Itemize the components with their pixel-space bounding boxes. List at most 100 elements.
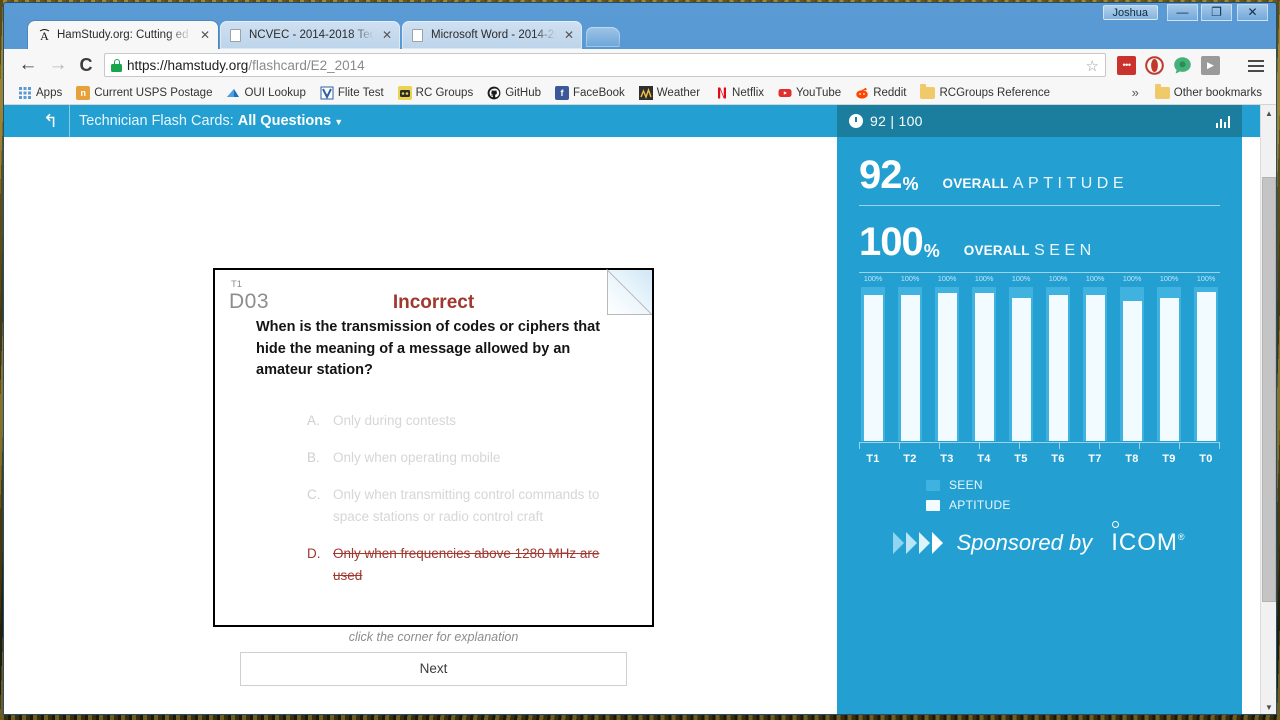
tab-hamstudy[interactable]: A HamStudy.org: Cutting ed ✕	[28, 21, 218, 49]
window-maximize-button[interactable]: ❐	[1201, 4, 1232, 21]
window-user-label[interactable]: Joshua	[1102, 5, 1158, 20]
bookmark-other-bookmarks[interactable]: Other bookmarks	[1149, 83, 1268, 101]
new-tab-button[interactable]	[585, 27, 621, 47]
page-scrollbar[interactable]: ▲ ▼	[1260, 105, 1276, 714]
bookmark-facebook[interactable]: f FaceBook	[549, 84, 631, 102]
chart-bar-aptitude	[1085, 294, 1105, 441]
stats-body: 92 % OVERALL APTITUDE 100 % OVERALL SEEN…	[837, 137, 1242, 714]
scrollbar-up-arrow[interactable]: ▲	[1261, 105, 1276, 122]
chart-value-label: 100%	[900, 274, 920, 283]
chart-bar-t1: 100%	[859, 274, 887, 441]
corner-hint-text: click the corner for explanation	[348, 630, 519, 644]
bookmark-flite-test[interactable]: Flite Test	[314, 84, 390, 102]
chart-tick	[1139, 443, 1140, 449]
chart-bar-aptitude	[937, 293, 957, 441]
window-titlebar: Joshua — ❐ ✕	[4, 3, 1276, 21]
bookmark-label: RCGroups Reference	[939, 86, 1051, 99]
extension-icon-green[interactable]	[1173, 56, 1192, 75]
next-button[interactable]: Next	[240, 652, 627, 686]
icom-dot-icon	[1112, 521, 1120, 528]
bookmarks-overflow-button[interactable]: »	[1124, 83, 1147, 102]
bar-chart-icon[interactable]	[1215, 115, 1230, 128]
bookmark-apps[interactable]: Apps	[12, 84, 68, 102]
aptitude-value: 92	[859, 153, 902, 197]
sponsor-text: Sponsored by	[956, 530, 1093, 555]
url-text: https://hamstudy.org/flashcard/E2_2014	[127, 58, 365, 73]
oui-icon	[226, 86, 240, 100]
tab-close-button[interactable]: ✕	[562, 28, 576, 42]
tab-microsoft-word[interactable]: Microsoft Word - 2014-20 ✕	[402, 21, 582, 49]
usps-n-icon: n	[76, 85, 91, 100]
window-minimize-button[interactable]: —	[1167, 4, 1198, 21]
folder-icon	[1154, 83, 1170, 99]
chart-tick	[939, 443, 940, 449]
chart-label-t5: T5	[1014, 453, 1028, 465]
answer-option-b[interactable]: B. Only when operating mobile	[307, 447, 622, 469]
bookmarks-bar: Apps n Current USPS Postage OUI Lookup F…	[4, 81, 1276, 105]
extension-icon-download[interactable]	[1201, 56, 1220, 75]
bookmark-label: FaceBook	[573, 86, 625, 99]
chart-value-label: 100%	[1011, 274, 1031, 283]
netflix-icon	[714, 86, 728, 100]
icom-brand: ICOM	[1111, 529, 1178, 556]
address-bar[interactable]: https://hamstudy.org/flashcard/E2_2014 ☆	[104, 53, 1106, 77]
flashcard[interactable]: T1 D03 Incorrect When is the transmissio…	[213, 268, 654, 627]
bookmark-star-icon[interactable]: ☆	[1086, 57, 1099, 75]
sponsor-banner[interactable]: Sponsored by ICOM®	[837, 521, 1242, 557]
answer-letter: B.	[307, 450, 320, 465]
stats-sidebar: 92 | 100 92 % OVERALL APTITUDE 100 % OVE…	[837, 105, 1242, 714]
window-close-button[interactable]: ✕	[1237, 4, 1268, 21]
chart-label-t9: T9	[1162, 453, 1176, 465]
scrollbar-thumb[interactable]	[1262, 177, 1276, 602]
scrollbar-down-arrow[interactable]: ▼	[1261, 699, 1276, 714]
chart-value-label: 100%	[974, 274, 994, 283]
tab-close-button[interactable]: ✕	[380, 28, 394, 42]
extension-icon-1[interactable]	[1117, 56, 1136, 75]
bookmark-label: RC Groups	[415, 86, 474, 99]
legend-item-seen: SEEN	[926, 475, 1242, 495]
forward-icon[interactable]: →	[46, 53, 70, 77]
bookmark-label: OUI Lookup	[244, 86, 306, 99]
bookmark-rcgroups-reference-folder[interactable]: RCGroups Reference	[914, 83, 1056, 101]
stats-header: 92 | 100	[837, 105, 1242, 137]
answer-option-d[interactable]: D. Only when frequencies above 1280 MHz …	[307, 543, 622, 587]
back-arrow-icon[interactable]: ↰	[32, 105, 70, 137]
bookmark-rc-groups[interactable]: RC Groups	[392, 84, 480, 102]
icom-logo: ICOM®	[1111, 521, 1185, 557]
question-text: When is the transmission of codes or cip…	[256, 319, 601, 378]
bookmark-netflix[interactable]: Netflix	[708, 84, 770, 102]
chart-label-t8: T8	[1125, 453, 1139, 465]
bookmark-reddit[interactable]: Reddit	[849, 84, 912, 102]
seen-value: 100	[859, 220, 924, 264]
answer-list: A. Only during contests B. Only when ope…	[307, 410, 622, 602]
extension-icon-opera[interactable]	[1145, 56, 1164, 75]
overall-aptitude-stat: 92 % OVERALL APTITUDE	[837, 137, 1242, 195]
chart-label-t2: T2	[903, 453, 917, 465]
explanation-corner-icon[interactable]	[607, 270, 652, 315]
chart-tick	[1179, 443, 1180, 449]
bookmark-weather[interactable]: Weather	[633, 84, 706, 102]
chart-tick	[1099, 443, 1100, 449]
hamburger-menu-icon[interactable]	[1248, 57, 1264, 73]
back-icon[interactable]: ←	[16, 53, 40, 77]
bookmark-github[interactable]: GitHub	[481, 84, 547, 102]
chart-label-t0: T0	[1199, 453, 1213, 465]
tab-ncvec[interactable]: NCVEC - 2014-2018 Tech ✕	[220, 21, 400, 49]
answer-text: Only when frequencies above 1280 MHz are…	[333, 546, 600, 583]
chevrons-icon	[893, 532, 944, 554]
svg-text:A: A	[40, 29, 49, 42]
bookmark-oui-lookup[interactable]: OUI Lookup	[220, 84, 311, 102]
bookmark-usps-postage[interactable]: n Current USPS Postage	[70, 84, 218, 102]
answer-option-c[interactable]: C. Only when transmitting control comman…	[307, 484, 622, 528]
reload-icon[interactable]: C	[74, 53, 98, 77]
chart-columns: 100% 100% 100% 100% 100% 100% 100% 100% 100% 100%	[859, 274, 1220, 441]
chart-bar-t8: 100%	[1118, 274, 1146, 441]
url-scheme: https://	[127, 57, 168, 73]
chevron-down-icon[interactable]: ▼	[334, 117, 343, 127]
tab-close-button[interactable]: ✕	[198, 28, 212, 42]
chart-value-label: 100%	[1085, 274, 1105, 283]
question-filter-selected[interactable]: All Questions	[238, 113, 331, 129]
answer-option-a[interactable]: A. Only during contests	[307, 410, 622, 432]
bookmark-label: Reddit	[873, 86, 907, 99]
bookmark-youtube[interactable]: YouTube	[772, 84, 847, 102]
